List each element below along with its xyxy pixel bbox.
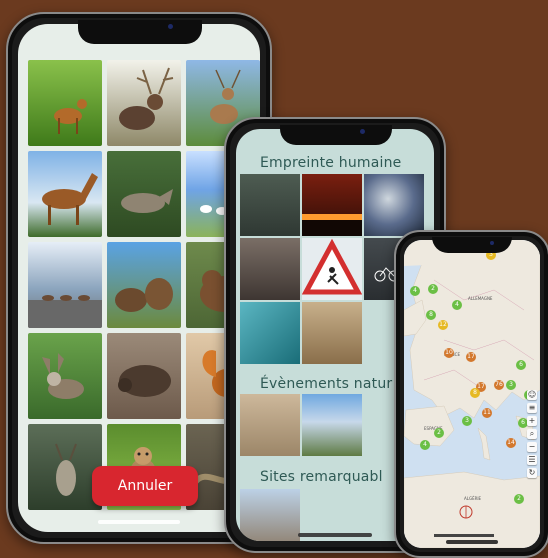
- photo-horse[interactable]: [28, 151, 102, 237]
- photo-donkey[interactable]: [28, 333, 102, 419]
- photo-coast-hill[interactable]: [302, 394, 362, 456]
- photo-boar[interactable]: [107, 333, 181, 419]
- photo-tower-ruins[interactable]: [240, 489, 300, 541]
- zoom-icon[interactable]: ⌕: [527, 429, 537, 439]
- photo-goat-mountain[interactable]: [28, 424, 102, 510]
- plus-icon[interactable]: +: [527, 416, 537, 426]
- phone-notch: [78, 20, 202, 44]
- photo-deer-road[interactable]: [28, 242, 102, 328]
- map-toolbar: ☺ ≡ + ⌕ − ☰ ↻: [527, 390, 537, 478]
- photo-fire-night[interactable]: [302, 174, 362, 236]
- photo-wolf[interactable]: [107, 151, 181, 237]
- map-cluster-marker[interactable]: 14: [506, 438, 516, 448]
- photo-deer-grass[interactable]: [28, 60, 102, 146]
- camera-icon: [360, 129, 365, 134]
- photo-roadwork-sign[interactable]: [302, 238, 362, 300]
- phone-notch: [432, 237, 512, 253]
- layers-icon[interactable]: ≡: [527, 403, 537, 413]
- map-cluster-marker[interactable]: 12: [438, 320, 448, 330]
- minus-icon[interactable]: −: [527, 442, 537, 452]
- photo-bears[interactable]: [107, 242, 181, 328]
- camera-icon: [168, 24, 173, 29]
- photo-rock-wall[interactable]: [240, 238, 300, 300]
- photo-sand-dunes[interactable]: [240, 394, 300, 456]
- map-cluster-marker[interactable]: 4: [452, 300, 462, 310]
- home-indicator: [446, 540, 498, 544]
- photo-turquoise-debris[interactable]: [240, 302, 300, 364]
- map-cluster-marker[interactable]: 10: [444, 348, 454, 358]
- map-cluster-marker[interactable]: 11: [482, 408, 492, 418]
- photo-crowd-beach[interactable]: [302, 302, 362, 364]
- map-cluster-marker[interactable]: 2: [434, 428, 444, 438]
- section-title-evenements: Évènements natur: [260, 376, 393, 392]
- map-screen[interactable]: ALLEMAGNE FRANCE ESPAGNE ALGÉRIE 3428124…: [404, 240, 540, 548]
- section-title-sites: Sites remarquabl: [260, 469, 383, 485]
- menu-icon[interactable]: ☰: [527, 455, 537, 465]
- cancel-button[interactable]: Annuler: [92, 466, 198, 506]
- map-cluster-marker[interactable]: 8: [426, 310, 436, 320]
- phone-notch: [280, 125, 392, 145]
- map-cluster-marker[interactable]: 17: [466, 352, 476, 362]
- map-cluster-marker[interactable]: 2: [514, 494, 524, 504]
- user-icon[interactable]: ☺: [527, 390, 537, 400]
- photo-diver[interactable]: [240, 174, 300, 236]
- refresh-icon[interactable]: ↻: [527, 468, 537, 478]
- map-cluster-marker[interactable]: 3: [506, 380, 516, 390]
- phone-right: ALLEMAGNE FRANCE ESPAGNE ALGÉRIE 3428124…: [394, 230, 548, 558]
- map-cluster-marker[interactable]: 6: [516, 360, 526, 370]
- section-title-empreinte: Empreinte humaine: [260, 155, 402, 171]
- home-indicator: [298, 533, 372, 537]
- photo-stag-antlers[interactable]: [107, 60, 181, 146]
- home-indicator: [98, 520, 180, 524]
- map-cluster-marker[interactable]: 4: [420, 440, 430, 450]
- photo-oil-swirl[interactable]: [364, 174, 424, 236]
- map-cluster-marker[interactable]: 8: [470, 388, 480, 398]
- map-cluster-marker[interactable]: 3: [462, 416, 472, 426]
- map-cluster-marker[interactable]: 4: [410, 286, 420, 296]
- map-cluster-marker[interactable]: 76: [494, 380, 504, 390]
- camera-icon: [490, 241, 494, 245]
- map-cluster-marker[interactable]: 2: [428, 284, 438, 294]
